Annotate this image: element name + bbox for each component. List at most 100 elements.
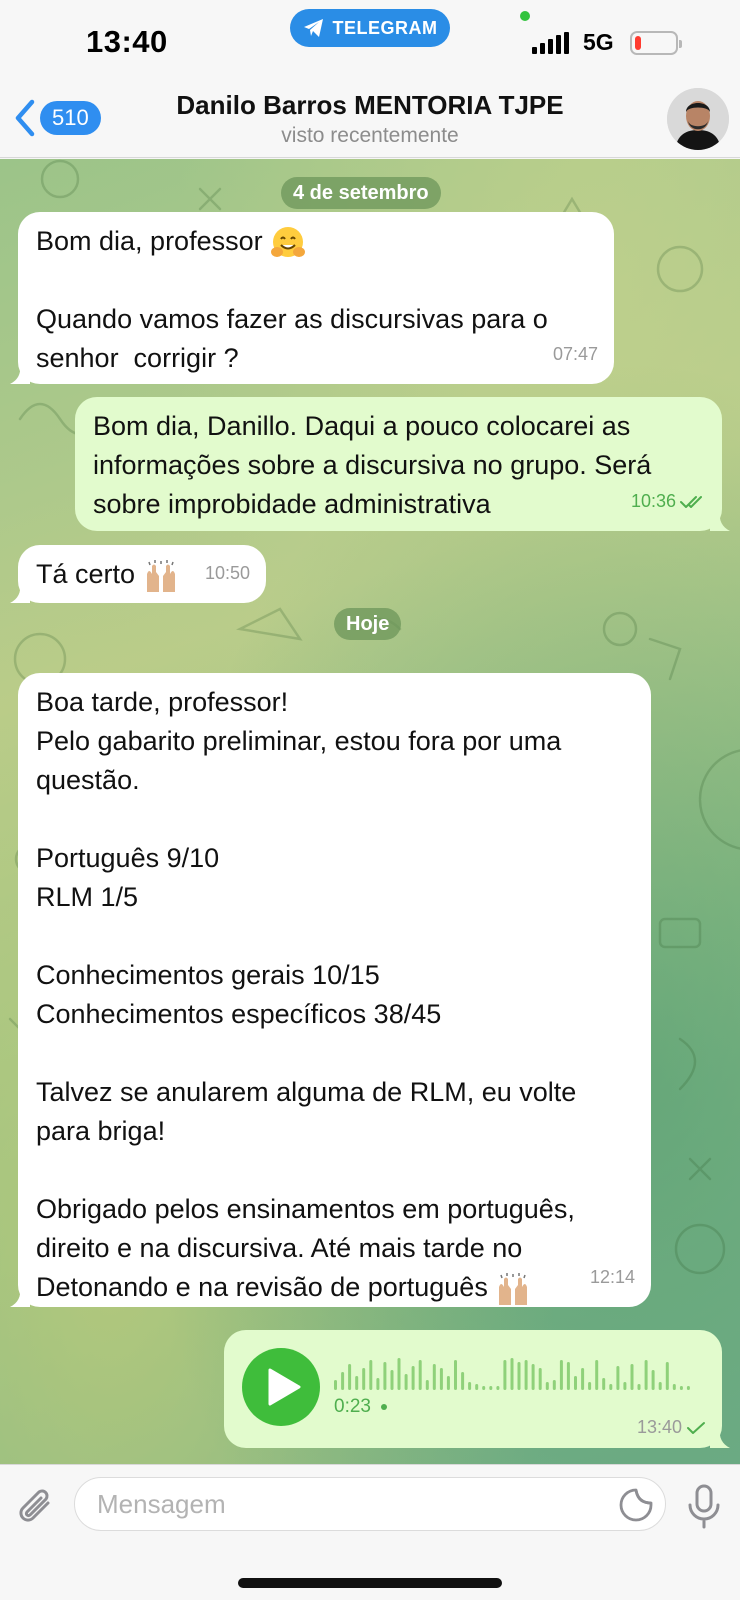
status-time: 13:40	[86, 24, 168, 59]
waveform-bar	[496, 1386, 500, 1390]
voice-message[interactable]: 0:23 13:40	[224, 1330, 730, 1448]
sticker-icon[interactable]	[618, 1487, 654, 1523]
play-button[interactable]	[242, 1348, 320, 1426]
waveform-bar	[404, 1374, 408, 1390]
waveform-bar	[418, 1360, 422, 1390]
unread-count-badge: 510	[40, 101, 101, 135]
hugging-face-emoji	[271, 226, 306, 257]
waveform-bar	[397, 1358, 401, 1390]
battery-icon	[630, 31, 682, 55]
back-button[interactable]: 510	[12, 96, 107, 140]
avatar[interactable]	[667, 88, 729, 150]
raising-hands-emoji	[146, 559, 175, 592]
bubble-tail	[10, 364, 30, 384]
waveform-bar	[581, 1368, 585, 1390]
chat-last-seen: visto recentemente	[281, 124, 459, 147]
waveform-bar	[679, 1386, 683, 1390]
waveform-bar	[362, 1368, 366, 1390]
waveform-bar	[355, 1376, 359, 1390]
message-input-bar	[0, 1464, 740, 1600]
waveform-bar	[686, 1386, 690, 1390]
waveform-bar	[468, 1382, 472, 1390]
waveform-bar	[341, 1372, 345, 1390]
message-meta: 10:50	[205, 554, 250, 593]
message-text: Bom dia, Danillo. Daqui a pouco colocare…	[93, 411, 652, 519]
avatar-photo	[667, 88, 729, 150]
date-separator: Hoje	[334, 608, 402, 640]
waveform-bar	[609, 1384, 613, 1390]
message-text: Boa tarde, professor! Pelo gabarito prel…	[36, 683, 633, 1307]
waveform-bar	[658, 1382, 662, 1390]
waveform-bar	[517, 1362, 521, 1390]
waveform-bar	[665, 1362, 669, 1390]
bubble-tail	[10, 1287, 30, 1307]
incoming-message[interactable]: Bom dia, professor Quando vamos fazer as…	[10, 212, 614, 384]
waveform-bar	[454, 1360, 457, 1390]
waveform-bar	[623, 1382, 627, 1390]
chat-messages-area[interactable]: 4 de setembro Bom dia, professor Quando …	[0, 159, 740, 1464]
message-time: 12:14	[589, 1267, 635, 1287]
waveform-bar	[376, 1378, 380, 1390]
paper-plane-icon	[303, 19, 323, 37]
chat-header: 510 Danilo Barros MENTORIA TJPE visto re…	[0, 82, 740, 158]
chevron-left-icon	[15, 99, 35, 137]
waveform-bar	[482, 1386, 486, 1390]
waveform-bar	[630, 1364, 634, 1390]
status-bar: 13:40 TELEGRAM 5G	[0, 0, 740, 82]
waveform-bar	[616, 1366, 620, 1390]
battery-level	[635, 36, 641, 50]
microphone-icon[interactable]	[684, 1483, 724, 1529]
voice-duration: 0:23	[334, 1396, 387, 1418]
message-time: 10:36	[630, 491, 676, 511]
waveform-bar	[475, 1384, 479, 1390]
message-meta: 12:14	[590, 1258, 635, 1297]
privacy-indicator-dot	[520, 11, 530, 21]
date-separator: 4 de setembro	[281, 177, 441, 209]
message-meta: 13:40	[637, 1417, 706, 1438]
message-time: 10:50	[204, 563, 250, 583]
incoming-message[interactable]: Tá certo 10:50	[10, 545, 266, 603]
waveform-bar	[369, 1360, 373, 1390]
message-time: 07:47	[552, 344, 598, 364]
check-icon	[687, 1421, 705, 1434]
waveform-bar	[588, 1382, 592, 1390]
message-input[interactable]	[74, 1477, 666, 1531]
bubble-tail	[710, 511, 730, 531]
waveform-bar	[552, 1380, 556, 1390]
waveform-bar	[644, 1360, 648, 1390]
waveform-bar	[510, 1358, 514, 1390]
chat-title[interactable]: Danilo Barros MENTORIA TJPE	[120, 90, 620, 121]
paperclip-icon[interactable]	[18, 1485, 58, 1531]
message-text: Bom dia, professor Quando vamos fazer as…	[36, 226, 548, 373]
waveform-bar	[383, 1362, 387, 1390]
telegram-pill-label: TELEGRAM	[332, 17, 438, 38]
waveform-bar	[503, 1360, 507, 1390]
waveform-bar	[432, 1364, 436, 1390]
waveform-bar	[531, 1364, 535, 1390]
message-time: 13:40	[636, 1417, 682, 1437]
waveform-bar	[411, 1366, 415, 1390]
waveform-bar	[348, 1364, 352, 1390]
unplayed-dot	[380, 1404, 387, 1410]
waveform-bar	[489, 1386, 493, 1390]
signal-strength-icon	[532, 32, 572, 54]
waveform-bar	[461, 1372, 465, 1390]
home-indicator[interactable]	[238, 1578, 502, 1588]
telegram-return-pill[interactable]: TELEGRAM	[290, 9, 450, 47]
outgoing-message[interactable]: Bom dia, Danillo. Daqui a pouco colocare…	[75, 397, 730, 531]
waveform-bar	[538, 1368, 542, 1390]
waveform-bar	[637, 1384, 641, 1390]
incoming-message[interactable]: Boa tarde, professor! Pelo gabarito prel…	[10, 673, 651, 1307]
audio-waveform[interactable]	[334, 1356, 694, 1390]
waveform-bar	[524, 1360, 528, 1390]
waveform-bar	[390, 1370, 394, 1390]
waveform-bar	[334, 1380, 337, 1390]
message-meta: 07:47	[553, 335, 598, 374]
waveform-bar	[602, 1378, 606, 1390]
play-icon	[268, 1368, 301, 1406]
waveform-bar	[446, 1376, 450, 1390]
message-meta: 10:36	[631, 482, 706, 521]
waveform-bar	[559, 1360, 563, 1390]
waveform-bar	[651, 1370, 655, 1390]
waveform-bar	[595, 1360, 599, 1390]
